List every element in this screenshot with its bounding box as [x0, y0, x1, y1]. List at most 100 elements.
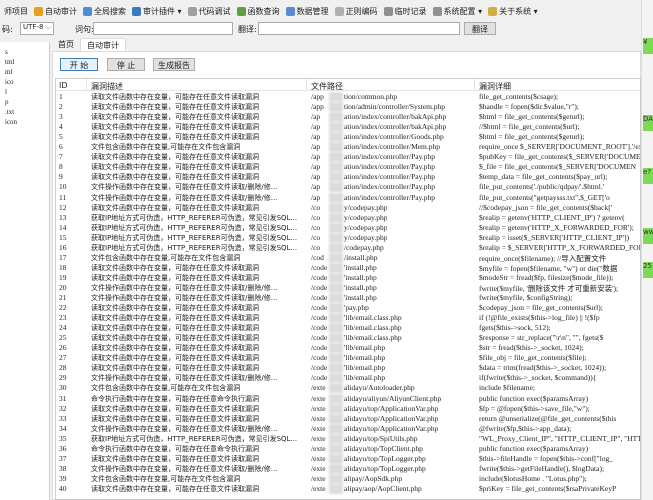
redacted-block — [329, 293, 343, 303]
row-path-suffix: 'lib/email.php — [344, 363, 386, 373]
table-row[interactable]: 4 读取文件函数中存在变量，可能存在任意文件读取漏洞/ap ation/index/… — [56, 122, 640, 133]
file-tree-item[interactable]: s — [0, 48, 49, 58]
translate-input[interactable] — [258, 22, 460, 35]
table-row[interactable]: 24 读取文件函数中存在变量，可能存在任意文件读取漏洞/code 'lib/emai… — [56, 323, 640, 334]
toolbar-item[interactable]: 代码调试 — [187, 6, 231, 17]
table-row[interactable]: 5 读取文件函数中存在变量，可能存在任意文件读取漏洞/ap ation/index/… — [56, 132, 640, 143]
file-tree-item[interactable]: .txt — [0, 108, 49, 118]
table-row[interactable]: 16 获取IP地址方式可伪造，HTTP_REFERER可伪造，常见引发SQL...… — [56, 242, 640, 253]
redacted-block — [329, 202, 343, 213]
toolbar-item[interactable]: 自动审计 — [34, 6, 77, 17]
row-path-suffix: 'lib/email.php — [344, 353, 386, 363]
row-path-prefix: /code — [311, 293, 328, 302]
toolbar-item[interactable]: 审计插件 ▾ — [132, 6, 182, 17]
table-row[interactable]: 15 获取IP地址方式可伪造，HTTP_REFERER可伪造，常见引发SQL...… — [56, 232, 640, 243]
redacted-block — [329, 423, 343, 434]
table-row[interactable]: 20 文件操作函数中存在变量，可能存在任意文件读取/删除/修... /code 'in… — [56, 282, 640, 293]
table-row[interactable]: 38 文件操作函数中存在变量，可能存在任意文件读取/删除/修... /exte ali… — [56, 463, 640, 474]
table-row[interactable]: 14 获取IP地址方式可伪造，HTTP_REFERER可伪造，常见引发SQL...… — [56, 222, 640, 233]
redacted-block — [329, 252, 343, 263]
header-detail[interactable]: 漏洞详细 — [479, 81, 511, 92]
row-id: 7 — [59, 152, 63, 162]
row-path-suffix: ation/index/controller/Pay.php — [344, 192, 435, 202]
table-row[interactable]: 25 读取文件函数中存在变量，可能存在任意文件读取漏洞/code 'lib/emai… — [56, 333, 640, 344]
table-row[interactable]: 28 读取文件函数中存在变量，可能存在任意文件读取漏洞/code 'lib/emai… — [56, 363, 640, 374]
header-id[interactable]: ID — [59, 81, 68, 90]
table-row[interactable]: 6 文件包含函数中存在变量,可能存在文件包含漏洞/ap ation/index/co… — [56, 142, 640, 153]
table-row[interactable]: 37 读取文件函数中存在变量，可能存在任意文件读取漏洞/exte alidayu/t… — [56, 453, 640, 464]
table-row[interactable]: 30 文件包含函数中存在变量,可能存在文件包含漏洞/exte alidayu/Aut… — [56, 383, 640, 394]
start-button[interactable]: 开 始 — [60, 58, 98, 71]
table-row[interactable]: 3 读取文件函数中存在变量，可能存在任意文件读取漏洞/ap ation/index/… — [56, 112, 640, 123]
table-row[interactable]: 39 文件包含函数中存在变量,可能存在文件包含漏洞/exte alipay/AopS… — [56, 473, 640, 484]
table-row[interactable]: 22 读取文件函数中存在变量，可能存在任意文件读取漏洞/code 'pay.php $… — [56, 303, 640, 314]
stop-button[interactable]: 停 止 — [107, 58, 145, 71]
row-detail: public function exec($paramsArray) — [479, 443, 589, 453]
header-description[interactable]: 漏洞描述 — [91, 81, 123, 92]
row-detail: //$codepay_json = file_get_contents($bac… — [479, 202, 613, 212]
table-row[interactable]: 1 读取文件函数中存在变量，可能存在任意文件读取漏洞/app tion/common… — [56, 92, 640, 102]
row-path-prefix: /co — [311, 222, 321, 232]
toolbar-item[interactable]: 全局搜索 — [83, 6, 126, 17]
row-path-prefix: /code — [311, 363, 328, 373]
table-row[interactable]: 36 命令执行函数中存在变量，可能存在任意命令执行漏洞/exte alidayu/t… — [56, 443, 640, 454]
redacted-block — [329, 353, 343, 364]
row-path-prefix: /ap — [311, 152, 321, 162]
tab-home[interactable]: 首页 — [52, 38, 80, 51]
row-path-suffix: y/codepay.php — [344, 232, 388, 242]
row-description: 获取IP地址方式可伪造，HTTP_REFERER可伪造，常见引发SQL... — [91, 213, 298, 222]
table-row[interactable]: 23 读取文件函数中存在变量，可能存在任意文件读取漏洞/code 'lib/emai… — [56, 313, 640, 324]
table-row[interactable]: 35 获取IP地址方式可伪造，HTTP_REFERER可伪造，常见引发SQL...… — [56, 433, 640, 444]
table-row[interactable]: 21 文件操作函数中存在变量，可能存在任意文件读取/删除/修... /code 'in… — [56, 293, 640, 303]
table-row[interactable]: 27 读取文件函数中存在变量，可能存在任意文件读取漏洞/code 'lib/emai… — [56, 353, 640, 364]
generate-report-button[interactable]: 生成报告 — [153, 58, 195, 71]
table-row[interactable]: 2 读取文件函数中存在变量，可能存在任意文件读取漏洞/app tion/admin/… — [56, 102, 640, 113]
row-description: 文件操作函数中存在变量，可能存在任意文件读取/删除/修... — [91, 183, 278, 192]
row-description: 读取文件函数中存在变量，可能存在任意文件读取漏洞 — [91, 454, 259, 463]
redacted-block — [329, 152, 343, 163]
table-row[interactable]: 32 读取文件函数中存在变量，可能存在任意文件读取漏洞/exte alidayu/t… — [56, 403, 640, 414]
table-row[interactable]: 13 获取IP地址方式可伪造，HTTP_REFERER可伪造，常见引发SQL...… — [56, 212, 640, 223]
file-tree-item[interactable]: ml — [0, 68, 49, 78]
table-row[interactable]: 11 文件操作函数中存在变量，可能存在任意文件读取/删除/修... /ap ation… — [56, 192, 640, 203]
table-row[interactable]: 33 读取文件函数中存在变量，可能存在任意文件读取漏洞/exte alidayu/t… — [56, 413, 640, 424]
redacted-block — [329, 192, 343, 203]
file-tree-item[interactable]: p — [0, 98, 49, 108]
table-row[interactable]: 9 读取文件函数中存在变量，可能存在任意文件读取漏洞/ap ation/index/… — [56, 172, 640, 183]
table-row[interactable]: 7 读取文件函数中存在变量，可能存在任意文件读取漏洞/ap ation/index/… — [56, 152, 640, 163]
table-row[interactable]: 19 读取文件函数中存在变量，可能存在任意文件读取漏洞/code 'install.… — [56, 272, 640, 283]
table-row[interactable]: 17 文件包含函数中存在变量,可能存在文件包含漏洞/cod/install.php… — [56, 252, 640, 263]
table-row[interactable]: 31 命令执行函数中存在变量，可能存在任意命令执行漏洞/exte alidayu/a… — [56, 393, 640, 404]
toolbar-item[interactable]: 系统配置 ▾ — [432, 6, 482, 17]
row-id: 37 — [59, 453, 67, 463]
redacted-block — [329, 222, 343, 233]
translate-button[interactable]: 翻译 — [464, 22, 496, 35]
row-id: 5 — [59, 132, 63, 142]
file-tree-item[interactable]: tml — [0, 58, 49, 68]
background-snippet: e? — [643, 168, 653, 184]
table-row[interactable]: 34 文件操作函数中存在变量，可能存在任意文件读取/删除/修... /exte ali… — [56, 423, 640, 434]
table-row[interactable]: 29 文件操作函数中存在变量，可能存在任意文件读取/删除/修... /code 'li… — [56, 373, 640, 384]
toolbar-item[interactable]: 临时记录 — [383, 6, 427, 17]
file-tree-item[interactable]: ico — [0, 78, 49, 88]
toolbar-item[interactable]: 正则编码 — [334, 6, 378, 17]
table-row[interactable]: 40 读取文件函数中存在变量，可能存在任意文件读取漏洞/exte alipay/ao… — [56, 483, 640, 494]
row-path-prefix: /exte — [311, 393, 326, 403]
table-row[interactable]: 10 文件操作函数中存在变量，可能存在任意文件读取/删除/修... /ap ation… — [56, 182, 640, 193]
toolbar-item[interactable]: 关于系统 ▾ — [488, 6, 538, 17]
table-row[interactable]: 8 读取文件函数中存在变量，可能存在任意文件读取漏洞/ap ation/index/… — [56, 162, 640, 173]
file-tree-item[interactable]: l — [0, 88, 49, 98]
toolbar-item[interactable]: 数据管理 — [285, 6, 329, 17]
header-file-path[interactable]: 文件路径 — [311, 81, 343, 92]
query-input[interactable] — [93, 22, 233, 35]
toolbar-item[interactable]: 函数查询 — [236, 6, 280, 17]
encoding-select[interactable]: UTF-8 ⌵ — [20, 22, 54, 35]
table-row[interactable]: 12 读取文件函数中存在变量，可能存在任意文件读取漏洞/co y/codepay.p… — [56, 202, 640, 213]
redacted-block — [329, 413, 343, 424]
table-row[interactable]: 18 读取文件函数中存在变量，可能存在任意文件读取漏洞/code 'install.… — [56, 262, 640, 273]
toolbar-item[interactable]: 师项目 — [2, 6, 28, 17]
table-row[interactable]: 26 读取文件函数中存在变量，可能存在任意文件读取漏洞/code 'lib/emai… — [56, 343, 640, 354]
file-tree-item[interactable]: icon — [0, 118, 49, 128]
tab-auto-audit[interactable]: 自动审计 — [80, 38, 126, 51]
row-description: 文件操作函数中存在变量，可能存在任意文件读取/删除/修... — [91, 424, 278, 433]
